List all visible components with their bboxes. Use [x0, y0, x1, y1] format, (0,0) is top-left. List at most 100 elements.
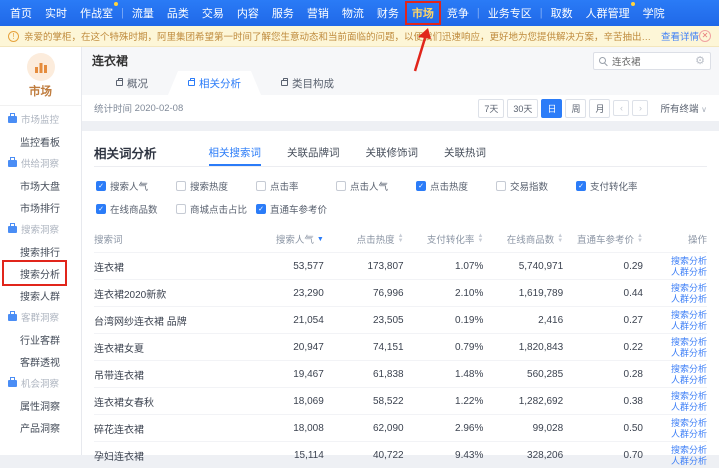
- sidebar-item[interactable]: 供给洞察: [0, 152, 81, 174]
- notice-detail-link[interactable]: 查看详情: [661, 29, 699, 43]
- crowd-analysis-link[interactable]: 人群分析: [671, 375, 707, 385]
- sidebar-item[interactable]: 监控看板: [0, 130, 81, 152]
- sidebar-item[interactable]: 搜索分析: [0, 262, 81, 284]
- sidebar-item[interactable]: 搜索排行: [0, 240, 81, 262]
- nav-item[interactable]: 取数: [551, 5, 573, 21]
- search-analysis-link[interactable]: 搜索分析: [671, 445, 707, 455]
- column-header[interactable]: 支付转化率 ▲▼: [404, 232, 484, 246]
- nav-item[interactable]: |: [540, 7, 543, 19]
- nav-item[interactable]: 内容: [237, 5, 259, 21]
- search-analysis-link[interactable]: 搜索分析: [671, 283, 707, 293]
- word-type-subtabs: 相关搜索词关联品牌词关联修饰词关联热词: [209, 139, 487, 166]
- crowd-analysis-link[interactable]: 人群分析: [671, 294, 707, 304]
- checkbox-icon: ✓: [256, 181, 266, 191]
- subtab[interactable]: 关联热词: [444, 139, 486, 166]
- range-button[interactable]: 日: [541, 99, 562, 118]
- search-analysis-link[interactable]: 搜索分析: [671, 256, 707, 266]
- sidebar-item[interactable]: 搜索人群: [0, 284, 81, 306]
- filter-checkbox[interactable]: ✓ 直通车参考价: [256, 202, 336, 216]
- nav-item[interactable]: 实时: [45, 5, 67, 21]
- tab[interactable]: 类目构成: [261, 71, 354, 95]
- sidebar-item[interactable]: 行业客群: [0, 328, 81, 350]
- range-button[interactable]: ‹: [613, 100, 629, 116]
- nav-item[interactable]: 学院: [643, 5, 665, 21]
- nav-item[interactable]: 物流: [342, 5, 364, 21]
- sidebar-item[interactable]: 客群洞察: [0, 306, 81, 328]
- sidebar-item[interactable]: 客群透视: [0, 350, 81, 372]
- main-content: 连衣裙 连衣裙 ⚙ 概况 相关分析 类目构成 统计时间: [82, 47, 719, 455]
- crowd-analysis-link[interactable]: 人群分析: [671, 321, 707, 331]
- search-analysis-link[interactable]: 搜索分析: [671, 310, 707, 320]
- close-icon[interactable]: ✕: [699, 30, 711, 42]
- terminal-select[interactable]: 所有终端 ∨: [660, 101, 707, 115]
- filter-checkbox[interactable]: ✓ 点击热度: [416, 179, 496, 193]
- sidebar-item[interactable]: 属性洞察: [0, 394, 81, 416]
- nav-item-label: 交易: [202, 8, 224, 20]
- filter-checkbox[interactable]: ✓ 点击人气: [336, 179, 416, 193]
- column-header[interactable]: 搜索人气 ▲▼: [244, 232, 324, 246]
- new-badge-dot: [114, 2, 118, 6]
- tab[interactable]: 概况: [96, 71, 168, 95]
- column-header[interactable]: 操作 ▲▼: [643, 232, 707, 246]
- nav-item[interactable]: 品类: [167, 5, 189, 21]
- filter-checkbox[interactable]: ✓ 搜索热度: [176, 179, 256, 193]
- nav-item-label: |: [121, 7, 124, 19]
- cell-click-heat: 173,807: [324, 261, 404, 272]
- nav-item[interactable]: 财务: [377, 5, 399, 21]
- briefcase-icon: [8, 160, 17, 167]
- subtab[interactable]: 相关搜索词: [209, 139, 262, 166]
- filter-checkbox[interactable]: ✓ 点击率: [256, 179, 336, 193]
- sidebar-item[interactable]: 市场大盘: [0, 174, 81, 196]
- sidebar-item[interactable]: 市场监控: [0, 108, 81, 130]
- nav-item[interactable]: 营销: [307, 5, 329, 21]
- filter-checkbox[interactable]: ✓ 在线商品数: [96, 202, 176, 216]
- nav-item[interactable]: 服务: [272, 5, 294, 21]
- nav-item[interactable]: 交易: [202, 5, 224, 21]
- column-header[interactable]: 搜索词 ▲▼: [94, 232, 244, 246]
- sidebar-item[interactable]: 市场排行: [0, 196, 81, 218]
- crowd-analysis-link[interactable]: 人群分析: [671, 456, 707, 466]
- nav-item[interactable]: 首页: [10, 5, 32, 21]
- crowd-analysis-link[interactable]: 人群分析: [671, 402, 707, 412]
- sidebar-item[interactable]: 机会洞察: [0, 372, 81, 394]
- nav-item[interactable]: 市场: [412, 5, 434, 21]
- settings-gear-icon[interactable]: ⚙: [695, 56, 705, 67]
- nav-item[interactable]: 流量: [132, 5, 154, 21]
- cell-actions: 搜索分析 人群分析: [643, 418, 707, 439]
- subtab[interactable]: 关联品牌词: [287, 139, 340, 166]
- nav-item[interactable]: 业务专区: [488, 5, 532, 21]
- range-button[interactable]: 周: [565, 99, 586, 118]
- nav-item[interactable]: |: [477, 7, 480, 19]
- table-row: 连衣裙 53,577 173,807 1.07% 5,740,971 0.29 …: [94, 252, 707, 279]
- filter-checkbox[interactable]: ✓ 支付转化率: [576, 179, 656, 193]
- range-button[interactable]: 7天: [478, 99, 504, 118]
- column-header[interactable]: 在线商品数 ▲▼: [483, 232, 563, 246]
- sidebar-item[interactable]: 产品洞察: [0, 416, 81, 438]
- search-analysis-link[interactable]: 搜索分析: [671, 391, 707, 401]
- nav-item[interactable]: 人群管理: [586, 5, 630, 21]
- column-header[interactable]: 点击热度 ▲▼: [324, 232, 404, 246]
- subtab[interactable]: 关联修饰词: [366, 139, 419, 166]
- sidebar-item[interactable]: 搜索洞察: [0, 218, 81, 240]
- cell-online-items: 5,740,971: [483, 261, 563, 272]
- filter-checkbox[interactable]: ✓ 商城点击占比: [176, 202, 256, 216]
- search-analysis-link[interactable]: 搜索分析: [671, 337, 707, 347]
- nav-item[interactable]: 作战室: [80, 5, 113, 21]
- keyword-search-input[interactable]: 连衣裙 ⚙: [593, 52, 711, 70]
- filter-checkbox[interactable]: ✓ 交易指数: [496, 179, 576, 193]
- tab[interactable]: 相关分析: [168, 71, 261, 95]
- search-analysis-link[interactable]: 搜索分析: [671, 364, 707, 374]
- search-analysis-link[interactable]: 搜索分析: [671, 418, 707, 428]
- tab-label: 概况: [127, 76, 148, 91]
- filter-checkbox[interactable]: ✓ 搜索人气: [96, 179, 176, 193]
- range-button[interactable]: ›: [632, 100, 648, 116]
- nav-item[interactable]: |: [121, 7, 124, 19]
- column-header[interactable]: 直通车参考价 ▲▼: [563, 232, 643, 246]
- range-button[interactable]: 30天: [507, 99, 538, 118]
- cell-actions: 搜索分析 人群分析: [643, 364, 707, 385]
- crowd-analysis-link[interactable]: 人群分析: [671, 267, 707, 277]
- crowd-analysis-link[interactable]: 人群分析: [671, 429, 707, 439]
- range-button[interactable]: 月: [589, 99, 610, 118]
- nav-item[interactable]: 竞争: [447, 5, 469, 21]
- crowd-analysis-link[interactable]: 人群分析: [671, 348, 707, 358]
